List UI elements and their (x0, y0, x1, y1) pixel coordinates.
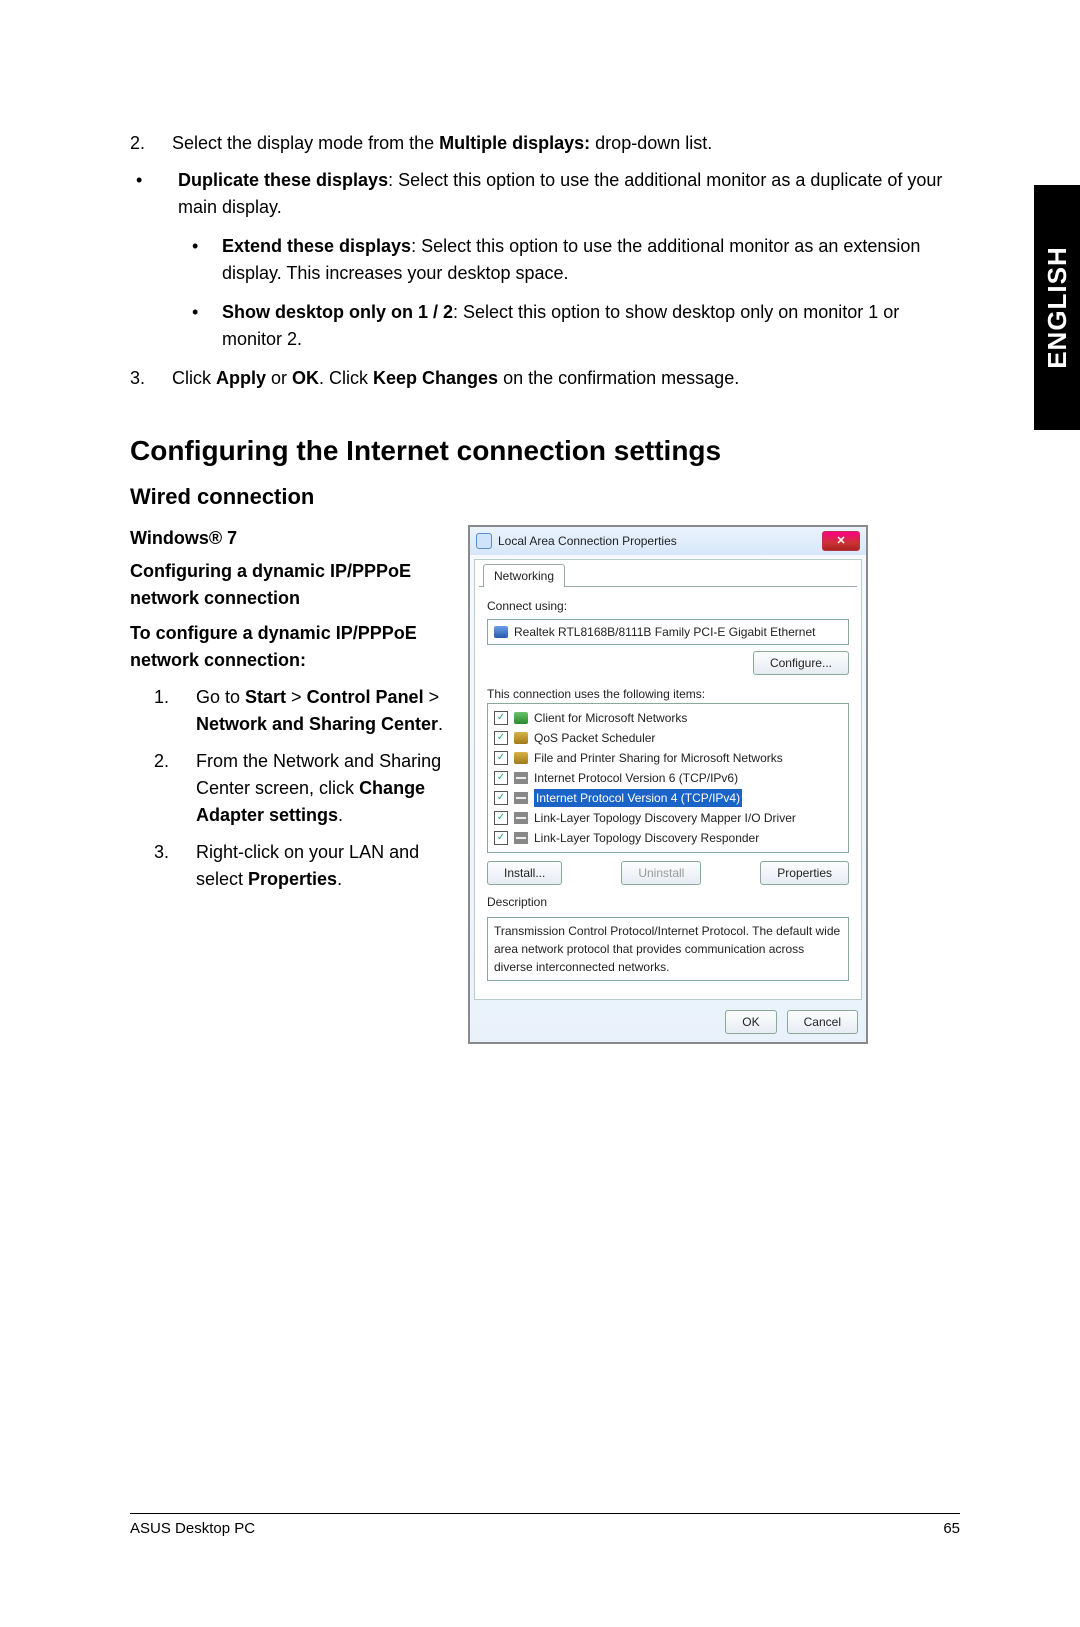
checkbox-icon[interactable] (494, 731, 508, 745)
close-button[interactable]: ✕ (822, 531, 860, 551)
step-marker: 3. (154, 839, 196, 893)
nic-icon (494, 626, 508, 638)
adapter-name: Realtek RTL8168B/8111B Family PCI-E Giga… (514, 623, 815, 641)
page-number: 65 (943, 1520, 960, 1537)
tab-networking[interactable]: Networking (483, 564, 565, 587)
step-marker: 2. (154, 748, 196, 829)
subsection-heading: Wired connection (130, 480, 960, 513)
bullet-text: Duplicate these displays: Select this op… (178, 167, 960, 221)
list-item-selected[interactable]: Internet Protocol Version 4 (TCP/IPv4) (492, 788, 844, 808)
bullet-marker: • (192, 299, 222, 353)
os-heading: Windows® 7 (130, 525, 450, 552)
items-listbox[interactable]: Client for Microsoft Networks QoS Packet… (487, 703, 849, 853)
description-text: Transmission Control Protocol/Internet P… (487, 917, 849, 981)
bullet-duplicate: • Duplicate these displays: Select this … (130, 167, 960, 221)
properties-button[interactable]: Properties (760, 861, 849, 885)
dialog-titlebar[interactable]: Local Area Connection Properties ✕ (470, 527, 866, 555)
checkbox-icon[interactable] (494, 771, 508, 785)
step-marker: 1. (154, 684, 196, 738)
protocol-icon (514, 812, 528, 824)
dialog-title: Local Area Connection Properties (498, 532, 677, 550)
bullet-text: Extend these displays: Select this optio… (222, 233, 960, 287)
protocol-icon (514, 792, 528, 804)
left-column: Windows® 7 Configuring a dynamic IP/PPPo… (130, 525, 450, 903)
step-text: Click Apply or OK. Click Keep Changes on… (172, 365, 960, 392)
description-label: Description (487, 893, 849, 911)
step-text: Go to Start > Control Panel > Network an… (196, 684, 450, 738)
checkbox-icon[interactable] (494, 811, 508, 825)
bullet-marker: • (192, 233, 222, 287)
cancel-button[interactable]: Cancel (787, 1010, 858, 1034)
connect-using-label: Connect using: (487, 597, 849, 615)
substep-2: 2. From the Network and Sharing Center s… (154, 748, 450, 829)
list-item[interactable]: Link-Layer Topology Discovery Mapper I/O… (492, 808, 844, 828)
task-heading: Configuring a dynamic IP/PPPoE network c… (130, 558, 450, 612)
bullet-text: Show desktop only on 1 / 2: Select this … (222, 299, 960, 353)
footer-product: ASUS Desktop PC (130, 1520, 255, 1537)
step-text: Right-click on your LAN and select Prope… (196, 839, 450, 893)
checkbox-icon[interactable] (494, 751, 508, 765)
checkbox-icon[interactable] (494, 711, 508, 725)
bullet-marker: • (130, 167, 178, 221)
list-item[interactable]: QoS Packet Scheduler (492, 728, 844, 748)
list-item[interactable]: Internet Protocol Version 6 (TCP/IPv6) (492, 768, 844, 788)
step-3: 3. Click Apply or OK. Click Keep Changes… (130, 365, 960, 392)
properties-dialog: Local Area Connection Properties ✕ Netwo… (468, 525, 868, 1044)
step-2: 2. Select the display mode from the Mult… (130, 130, 960, 157)
configure-button[interactable]: Configure... (753, 651, 849, 675)
list-item[interactable]: Client for Microsoft Networks (492, 708, 844, 728)
uninstall-button[interactable]: Uninstall (621, 861, 701, 885)
step-text: From the Network and Sharing Center scre… (196, 748, 450, 829)
step-marker: 3. (130, 365, 172, 392)
step-marker: 2. (130, 130, 172, 157)
list-item[interactable]: File and Printer Sharing for Microsoft N… (492, 748, 844, 768)
page-footer: ASUS Desktop PC 65 (130, 1513, 960, 1537)
section-heading: Configuring the Internet connection sett… (130, 430, 960, 472)
lead-in: To configure a dynamic IP/PPPoE network … (130, 620, 450, 674)
service-icon (514, 732, 528, 744)
substep-1: 1. Go to Start > Control Panel > Network… (154, 684, 450, 738)
network-icon (476, 533, 492, 549)
protocol-icon (514, 832, 528, 844)
language-tab-label: ENGLISH (1042, 246, 1073, 369)
protocol-icon (514, 772, 528, 784)
install-button[interactable]: Install... (487, 861, 562, 885)
body-content: 2. Select the display mode from the Mult… (130, 130, 960, 1044)
substep-3: 3. Right-click on your LAN and select Pr… (154, 839, 450, 893)
bullet-show-only: • Show desktop only on 1 / 2: Select thi… (192, 299, 960, 353)
items-label: This connection uses the following items… (487, 685, 849, 703)
adapter-field[interactable]: Realtek RTL8168B/8111B Family PCI-E Giga… (487, 619, 849, 645)
checkbox-icon[interactable] (494, 831, 508, 845)
list-item[interactable]: Link-Layer Topology Discovery Responder (492, 828, 844, 848)
service-icon (514, 752, 528, 764)
ok-button[interactable]: OK (725, 1010, 776, 1034)
bullet-extend: • Extend these displays: Select this opt… (192, 233, 960, 287)
language-tab: ENGLISH (1034, 185, 1080, 430)
client-icon (514, 712, 528, 724)
checkbox-icon[interactable] (494, 791, 508, 805)
step-text: Select the display mode from the Multipl… (172, 130, 960, 157)
